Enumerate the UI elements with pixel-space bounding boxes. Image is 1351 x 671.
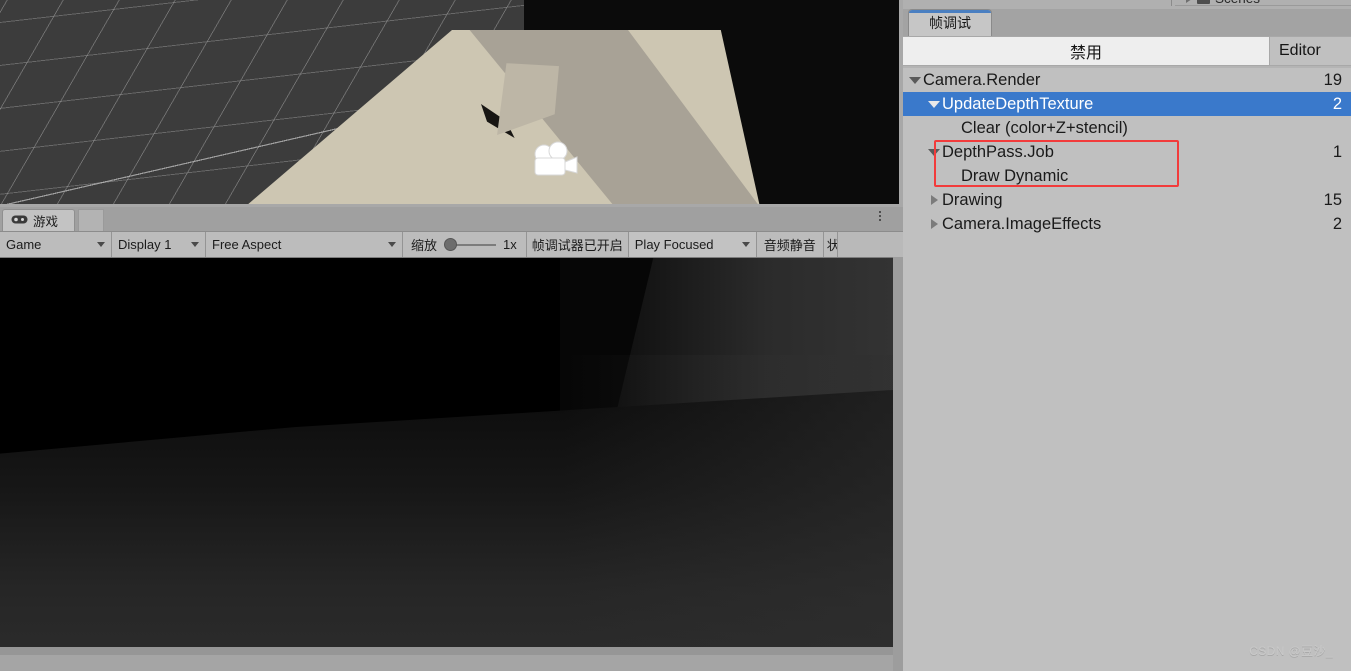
tree-row-label: Camera.Render [923, 70, 1041, 89]
game-render-view[interactable] [0, 258, 893, 655]
frame-debugger-status-label: 帧调试器已开启 [531, 238, 623, 253]
zoom-slider-handle[interactable] [444, 238, 458, 251]
tree-row-count: 1 [1332, 142, 1342, 161]
folder-icon [1197, 0, 1210, 4]
chevron-down-icon[interactable] [926, 100, 942, 108]
disable-column-header[interactable]: 禁用 [903, 36, 1270, 66]
camera-gizmo-icon[interactable] [527, 140, 587, 182]
chevron-down-icon [181, 242, 199, 247]
game-right-gutter [893, 257, 903, 671]
game-bottom-border [0, 647, 893, 655]
scene-view[interactable] [0, 0, 903, 207]
tree-row-label: Clear (color+Z+stencil) [961, 118, 1128, 137]
game-floor-light-falloff [563, 355, 893, 655]
disable-column-label: 禁用 [1069, 45, 1102, 62]
chevron-down-icon[interactable] [907, 76, 923, 84]
tree-row-label: DepthPass.Job [942, 142, 1054, 161]
kebab-menu-icon[interactable] [879, 211, 881, 221]
peek-underline [1175, 5, 1351, 6]
stats-toggle-clipped[interactable]: 状 [823, 232, 838, 257]
tab-game[interactable]: 游戏 [2, 209, 76, 231]
tree-row[interactable]: Camera.Render 19 [903, 68, 1351, 92]
frame-debugger-panel: Scenes 帧调试 禁用 Editor Camera.Render 19 Upda… [903, 0, 1351, 671]
tab-frame-debugger[interactable]: 帧调试 [908, 9, 992, 36]
chevron-down-icon [732, 242, 750, 247]
chevron-down-icon[interactable] [926, 148, 942, 156]
chevron-down-icon [87, 242, 105, 247]
aspect-ratio-dropdown[interactable]: Free Aspect [206, 232, 403, 257]
gamepad-icon [11, 214, 28, 228]
tab-game-label: 游戏 [33, 215, 59, 229]
tree-row-label: Camera.ImageEffects [942, 214, 1102, 233]
game-panel: 游戏 Game Display 1 Free Aspect 缩放 1x 帧调试器… [0, 207, 903, 671]
frame-debugger-status: 帧调试器已开启 [526, 232, 629, 257]
project-panel-peek: Scenes [903, 0, 1351, 9]
zoom-label: 缩放 [411, 238, 438, 253]
tree-row[interactable]: Clear (color+Z+stencil) [903, 116, 1351, 140]
tree-row-label: Drawing [942, 190, 1003, 209]
tab-active-accent [909, 10, 991, 13]
play-mode-dropdown[interactable]: Play Focused [628, 232, 757, 257]
game-tab-spacer [78, 209, 104, 231]
unity-editor-window: 游戏 Game Display 1 Free Aspect 缩放 1x 帧调试器… [0, 0, 1351, 671]
tree-row-count: 19 [1323, 70, 1342, 89]
display-label: Display 1 [118, 237, 172, 252]
tab-frame-debugger-label: 帧调试 [929, 15, 971, 31]
tree-row-count: 2 [1332, 214, 1342, 233]
game-toolbar: Game Display 1 Free Aspect 缩放 1x 帧调试器已开启… [0, 211, 903, 258]
display-dropdown[interactable]: Display 1 [112, 232, 206, 257]
zoom-slider[interactable] [444, 238, 497, 252]
tree-row-count: 15 [1323, 190, 1342, 209]
chevron-right-icon[interactable] [926, 195, 942, 205]
view-mode-label: Game [6, 237, 42, 252]
frame-debugger-event-tree[interactable]: Camera.Render 19 UpdateDepthTexture 2 Clear … [903, 68, 1351, 671]
aspect-ratio-label: Free Aspect [212, 237, 282, 252]
tree-row-label: Draw Dynamic [961, 166, 1069, 185]
audio-mute-toggle[interactable]: 音频静音 [756, 232, 824, 257]
tree-row[interactable]: Camera.ImageEffects 2 [903, 212, 1351, 236]
stats-toggle-label: 状 [827, 235, 837, 254]
zoom-value: 1x [503, 237, 517, 252]
tree-row[interactable]: Draw Dynamic [903, 164, 1351, 188]
audio-mute-label: 音频静音 [763, 238, 816, 253]
game-tab-strip: 游戏 [0, 207, 903, 232]
chevron-right-icon[interactable] [1186, 0, 1192, 3]
frame-debugger-column-header: 禁用 Editor [903, 36, 1351, 66]
frame-debugger-tab-strip: 帧调试 [903, 9, 1351, 36]
chevron-down-icon [378, 242, 396, 247]
tree-row[interactable]: UpdateDepthTexture 2 [903, 92, 1351, 116]
play-mode-label: Play Focused [634, 237, 714, 252]
peek-divider [1171, 0, 1172, 6]
zoom-control[interactable]: 缩放 1x [403, 232, 527, 257]
chevron-right-icon[interactable] [926, 219, 942, 229]
tree-row-count: 2 [1332, 94, 1342, 113]
editor-column-label: Editor [1279, 42, 1321, 59]
watermark: CSDN @豆沙_ [1249, 644, 1333, 658]
tree-row[interactable]: DepthPass.Job 1 [903, 140, 1351, 164]
view-mode-dropdown[interactable]: Game [0, 232, 112, 257]
left-pane: 游戏 Game Display 1 Free Aspect 缩放 1x 帧调试器… [0, 0, 903, 671]
tree-row-label: UpdateDepthTexture [942, 94, 1094, 113]
editor-column-header[interactable]: Editor [1270, 36, 1351, 66]
tree-row[interactable]: Drawing 15 [903, 188, 1351, 212]
zoom-slider-track [452, 243, 497, 246]
